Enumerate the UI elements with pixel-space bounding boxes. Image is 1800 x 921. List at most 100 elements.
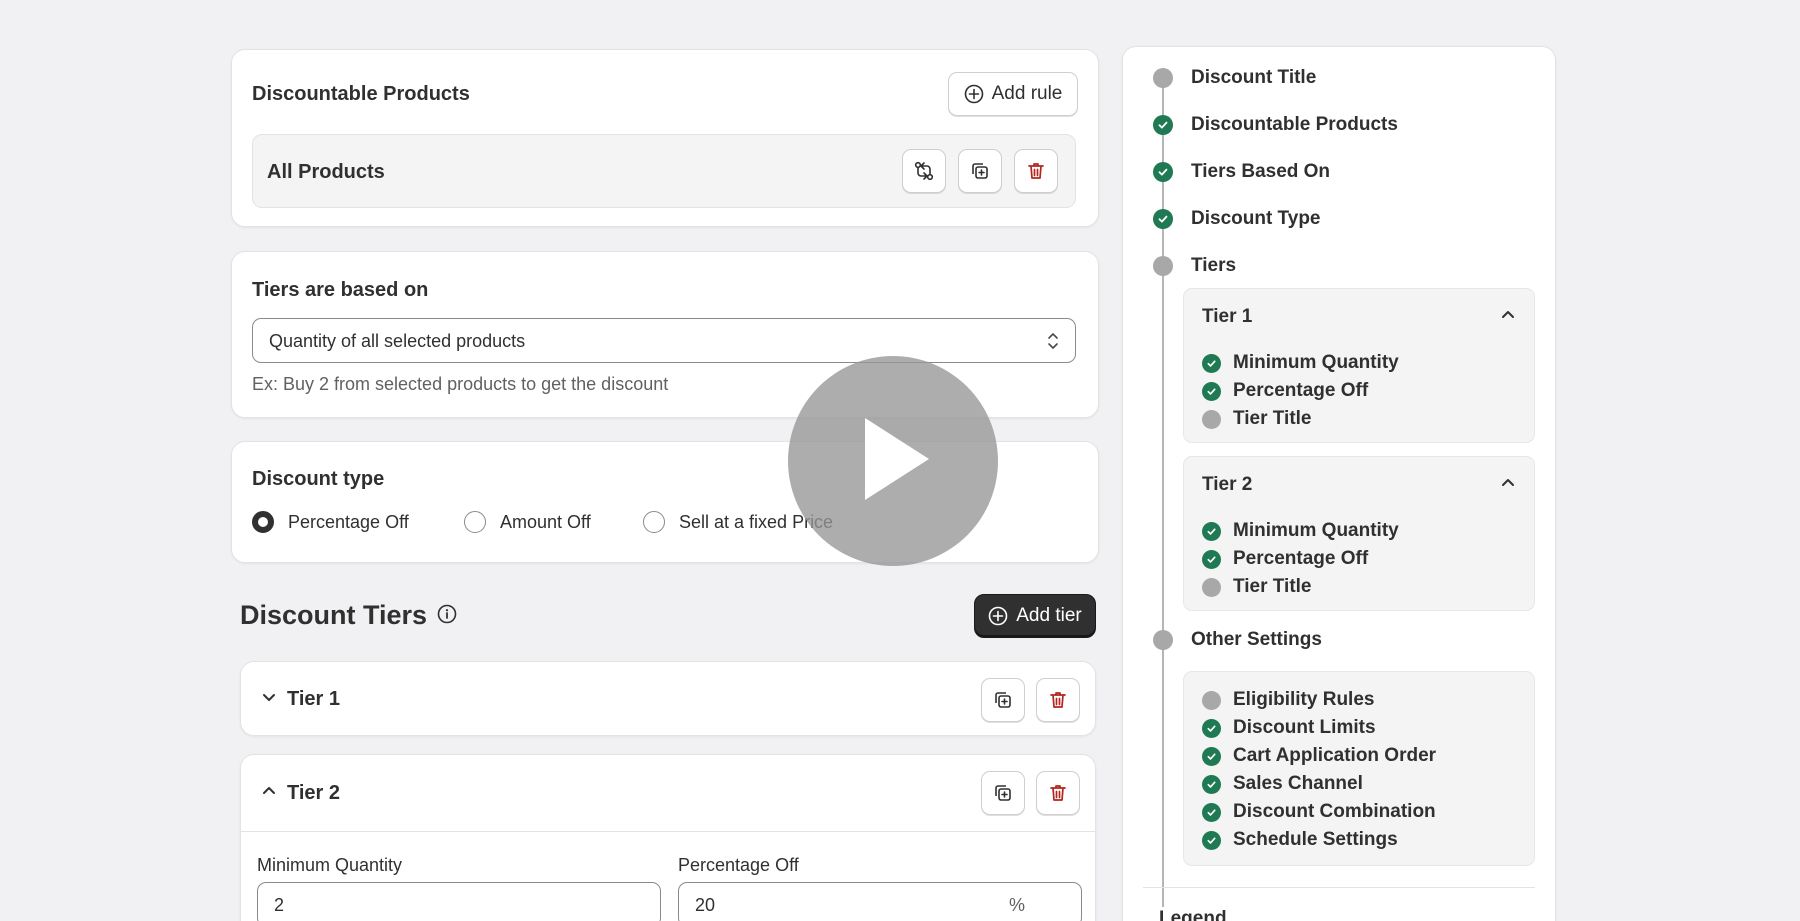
discountable-products-card: Discountable Products Add rule All Produ… bbox=[231, 49, 1099, 227]
play-icon bbox=[853, 414, 933, 509]
nav-sub-item[interactable]: Cart Application Order bbox=[1202, 745, 1436, 767]
rule-row-all-products: All Products bbox=[252, 134, 1076, 208]
nav-tier-2-title: Tier 2 bbox=[1202, 474, 1253, 495]
delete-rule-button[interactable] bbox=[1014, 149, 1058, 193]
check-icon bbox=[1202, 830, 1221, 850]
nav-sub-item[interactable]: Minimum Quantity bbox=[1202, 520, 1399, 542]
chevron-down-icon bbox=[261, 688, 277, 711]
tier-1-title: Tier 1 bbox=[287, 688, 340, 710]
duplicate-rule-button[interactable] bbox=[958, 149, 1002, 193]
check-icon bbox=[1153, 115, 1173, 135]
duplicate-icon bbox=[993, 783, 1013, 803]
status-dot-pending bbox=[1153, 68, 1173, 88]
radio-percentage-off[interactable]: Percentage Off bbox=[252, 511, 409, 533]
nav-step-label: Tiers Based On bbox=[1191, 161, 1331, 182]
radio-label: Amount Off bbox=[500, 511, 591, 532]
nav-sub-item-label: Tier Title bbox=[1233, 576, 1312, 597]
add-rule-label: Add rule bbox=[991, 83, 1063, 104]
timeline-line bbox=[1162, 77, 1164, 907]
info-icon[interactable] bbox=[437, 600, 457, 631]
discount-tiers-title: Discount Tiers bbox=[240, 600, 428, 630]
nav-step-discount-title[interactable]: Discount Title bbox=[1153, 67, 1316, 89]
rule-label: All Products bbox=[267, 161, 385, 183]
swap-rule-button[interactable] bbox=[902, 149, 946, 193]
check-icon bbox=[1202, 718, 1221, 738]
nav-sub-item[interactable]: Minimum Quantity bbox=[1202, 352, 1399, 374]
nav-tier-2-panel: Tier 2 Minimum Quantity Percentage Off T… bbox=[1183, 456, 1535, 611]
chevron-up-icon[interactable] bbox=[1500, 307, 1516, 328]
chevron-up-icon bbox=[261, 782, 277, 805]
nav-sub-item[interactable]: Discount Limits bbox=[1202, 717, 1376, 739]
add-tier-label: Add tier bbox=[1016, 605, 1082, 626]
discount-tiers-heading: Discount Tiers bbox=[240, 600, 457, 631]
nav-sub-item[interactable]: Eligibility Rules bbox=[1202, 689, 1374, 711]
trash-icon bbox=[1026, 161, 1046, 181]
pct-off-suffix: % bbox=[1008, 895, 1025, 915]
nav-sub-item[interactable]: Percentage Off bbox=[1202, 380, 1368, 402]
nav-sub-item-label: Discount Combination bbox=[1233, 801, 1436, 822]
check-icon bbox=[1202, 774, 1221, 794]
nav-sub-item[interactable]: Schedule Settings bbox=[1202, 829, 1398, 851]
nav-step-label: Discount Title bbox=[1191, 67, 1317, 88]
nav-sub-item[interactable]: Discount Combination bbox=[1202, 801, 1436, 823]
add-tier-button[interactable]: Add tier bbox=[974, 594, 1096, 638]
nav-step-tiers-based-on[interactable]: Tiers Based On bbox=[1153, 161, 1330, 183]
check-icon bbox=[1202, 802, 1221, 822]
nav-sub-item-label: Minimum Quantity bbox=[1233, 520, 1399, 541]
nav-sub-item[interactable]: Sales Channel bbox=[1202, 773, 1363, 795]
status-dot-pending bbox=[1153, 256, 1173, 276]
nav-step-tiers[interactable]: Tiers bbox=[1153, 255, 1236, 277]
nav-sub-item-label: Tier Title bbox=[1233, 408, 1312, 429]
nav-sub-item[interactable]: Tier Title bbox=[1202, 576, 1312, 598]
tier-1-toggle[interactable]: Tier 1 bbox=[261, 688, 340, 711]
status-dot-pending bbox=[1153, 630, 1173, 650]
tiers-basis-selected-value: Quantity of all selected products bbox=[269, 331, 526, 351]
nav-sub-item-label: Schedule Settings bbox=[1233, 829, 1398, 850]
add-rule-button[interactable]: Add rule bbox=[948, 72, 1078, 116]
check-icon bbox=[1202, 381, 1221, 401]
duplicate-icon bbox=[993, 690, 1013, 710]
nav-step-discount-type[interactable]: Discount Type bbox=[1153, 208, 1321, 230]
status-dot-pending bbox=[1202, 577, 1221, 597]
tiers-basis-select[interactable]: Quantity of all selected products bbox=[252, 318, 1076, 363]
nav-step-label: Tiers bbox=[1191, 255, 1237, 276]
radio-amount-off[interactable]: Amount Off bbox=[464, 511, 591, 533]
video-play-button[interactable] bbox=[788, 356, 998, 566]
nav-sub-item-label: Cart Application Order bbox=[1233, 745, 1437, 766]
pct-off-input[interactable]: 20 % bbox=[678, 882, 1082, 921]
tier-card-2: Tier 2 Minimum Quantity 2 Percentage Off… bbox=[240, 754, 1096, 921]
tier-2-title: Tier 2 bbox=[287, 782, 340, 804]
tier-2-toggle[interactable]: Tier 2 bbox=[261, 782, 340, 805]
discount-type-title: Discount type bbox=[252, 468, 385, 490]
radio-control[interactable] bbox=[252, 511, 274, 533]
delete-tier-1-button[interactable] bbox=[1036, 678, 1080, 722]
nav-step-label: Discountable Products bbox=[1191, 114, 1398, 135]
radio-control[interactable] bbox=[464, 511, 486, 533]
chevron-up-icon[interactable] bbox=[1500, 475, 1516, 496]
discount-editor-page: Discountable Products Add rule All Produ… bbox=[0, 0, 1800, 921]
discountable-products-title: Discountable Products bbox=[252, 83, 470, 105]
duplicate-icon bbox=[970, 161, 990, 181]
select-chevrons-icon bbox=[1045, 331, 1061, 356]
status-dot-pending bbox=[1202, 409, 1221, 429]
check-icon bbox=[1153, 209, 1173, 229]
trash-icon bbox=[1048, 783, 1068, 803]
nav-step-discountable-products[interactable]: Discountable Products bbox=[1153, 114, 1398, 136]
check-icon bbox=[1202, 746, 1221, 766]
nav-step-other-settings[interactable]: Other Settings bbox=[1153, 629, 1322, 651]
nav-sub-item[interactable]: Percentage Off bbox=[1202, 548, 1368, 570]
progress-nav-panel: Discount Title Discountable Products Tie… bbox=[1122, 46, 1556, 921]
duplicate-tier-2-button[interactable] bbox=[981, 771, 1025, 815]
status-dot-pending bbox=[1202, 690, 1221, 710]
nav-sub-item[interactable]: Tier Title bbox=[1202, 408, 1312, 430]
delete-tier-2-button[interactable] bbox=[1036, 771, 1080, 815]
tier-card-1: Tier 1 bbox=[240, 661, 1096, 736]
radio-label: Percentage Off bbox=[288, 511, 409, 532]
min-qty-input[interactable]: 2 bbox=[257, 882, 661, 921]
check-icon bbox=[1153, 162, 1173, 182]
tier-2-divider bbox=[241, 831, 1095, 832]
duplicate-tier-1-button[interactable] bbox=[981, 678, 1025, 722]
check-icon bbox=[1202, 549, 1221, 569]
check-icon bbox=[1202, 353, 1221, 373]
radio-control[interactable] bbox=[643, 511, 665, 533]
